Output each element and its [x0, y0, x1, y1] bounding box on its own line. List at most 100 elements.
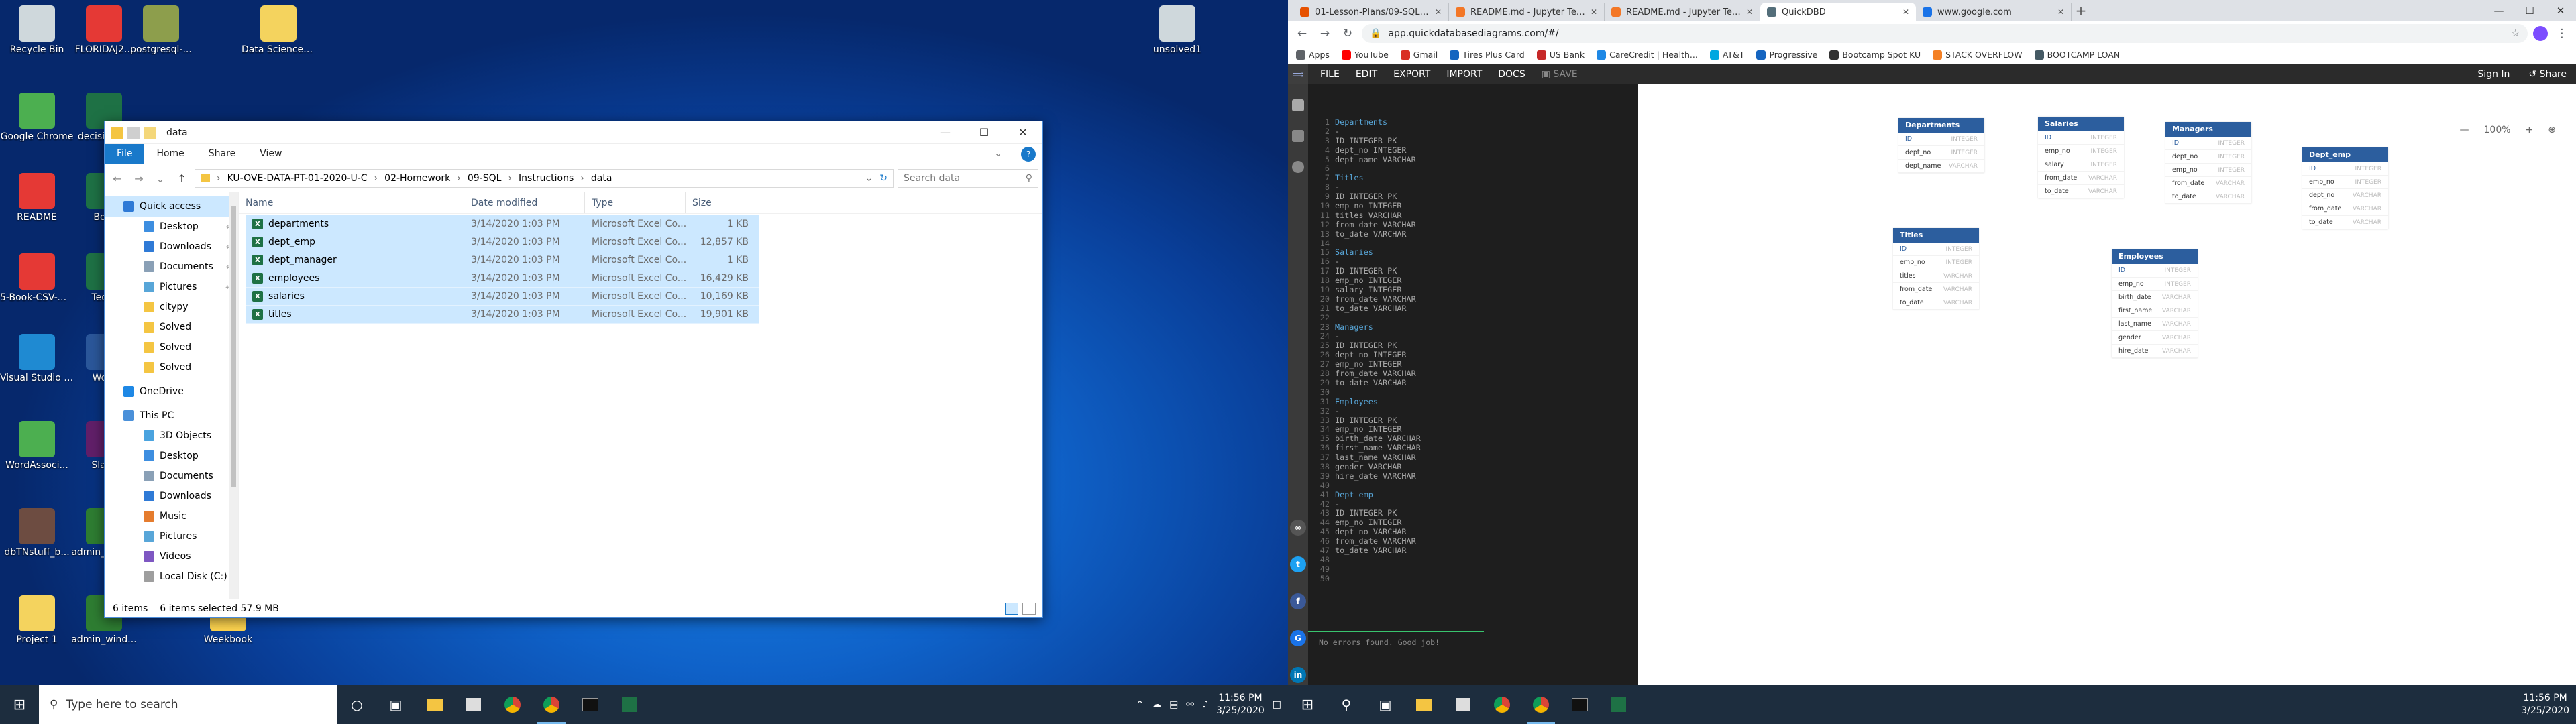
file-explorer-icon[interactable]	[415, 685, 454, 724]
clock[interactable]: 11:56 PM 3/25/2020	[2521, 692, 2569, 717]
menu-import[interactable]: IMPORT	[1446, 69, 1482, 80]
bookmark-item[interactable]: STACK OVERFLOW	[1933, 50, 2023, 60]
diagram-canvas[interactable]: — 100% + ⊕ Departments ID INTEGER dept_no IN…	[1638, 84, 2576, 685]
tab-close-icon[interactable]: ✕	[1435, 7, 1442, 17]
nav-item[interactable]: Downloads ⌖	[105, 237, 238, 257]
bookmark-item[interactable]: Apps	[1296, 50, 1330, 60]
nav-item[interactable]: Videos	[105, 546, 238, 566]
refresh-icon[interactable]: ↻	[879, 173, 888, 184]
forward-arrow-icon[interactable]: →	[1316, 27, 1334, 40]
scrollbar-thumb[interactable]	[231, 206, 236, 487]
diagram-table[interactable]: Departments ID INTEGER dept_no INTEGER dept_n…	[1898, 118, 1984, 173]
chat-icon[interactable]	[1292, 161, 1304, 173]
document-icon[interactable]	[1292, 99, 1304, 111]
column-size[interactable]: Size	[686, 192, 751, 213]
task-view-icon[interactable]: ▣	[376, 685, 415, 724]
nav-item[interactable]: Quick access	[105, 196, 238, 217]
desktop-icon[interactable]: unsolved1	[1140, 5, 1214, 55]
column-type[interactable]: Type	[585, 192, 686, 213]
file-row[interactable]: Xtitles 3/14/2020 1:03 PM Microsoft Excel …	[246, 306, 759, 324]
menu-save[interactable]: ▣ SAVE	[1542, 69, 1578, 80]
chrome-icon[interactable]	[1521, 685, 1560, 724]
address-dropdown-icon[interactable]: ⌄	[865, 173, 873, 184]
file-row[interactable]: Xdept_manager 3/14/2020 1:03 PM Microsoft …	[246, 251, 759, 269]
diagram-table[interactable]: Managers ID INTEGER dept_no INTEGER emp_no INT…	[2165, 122, 2251, 204]
menu-file[interactable]: FILE	[1320, 69, 1340, 80]
properties-icon[interactable]	[127, 126, 140, 139]
file-row[interactable]: Xsalaries 3/14/2020 1:03 PM Microsoft Exce…	[246, 288, 759, 306]
diagram-table[interactable]: Dept_emp ID INTEGER emp_no INTEGER dept_no VAR…	[2302, 147, 2388, 229]
profile-avatar[interactable]	[2533, 26, 2548, 41]
tab-close-icon[interactable]: ✕	[1591, 7, 1597, 17]
folder-icon[interactable]	[1292, 130, 1304, 142]
nav-item[interactable]: Documents	[105, 466, 238, 486]
volume-icon[interactable]: ♪	[1202, 699, 1208, 710]
menu-docs[interactable]: DOCS	[1498, 69, 1525, 80]
menu-kebab-icon[interactable]: ⋮	[2553, 27, 2571, 40]
address-bar[interactable]: › KU-OVE-DATA-PT-01-2020-U-C › 02-Homewo…	[195, 169, 894, 188]
address-bar[interactable]: 🔒 app.quickdatabasediagrams.com/#/ ☆	[1362, 24, 2528, 43]
diagram-table[interactable]: Titles ID INTEGER emp_no INTEGER titles VARCHA…	[1893, 228, 1979, 310]
explorer-titlebar[interactable]: data — ☐ ✕	[105, 121, 1042, 144]
nav-item[interactable]: OneDrive	[105, 381, 238, 402]
recent-locations-icon[interactable]: ⌄	[152, 172, 169, 185]
file-row[interactable]: Xdepartments 3/14/2020 1:03 PM Microsoft E…	[246, 215, 759, 233]
breadcrumb-item[interactable]: 09-SQL	[468, 173, 502, 184]
bookmark-item[interactable]: CareCredit | Health...	[1597, 50, 1698, 60]
diagram-table[interactable]: Salaries ID INTEGER emp_no INTEGER salary INTE…	[2038, 117, 2124, 198]
minimize-button[interactable]: —	[926, 121, 965, 144]
tab-home[interactable]: Home	[144, 144, 196, 164]
nav-item[interactable]: Documents ⌖	[105, 257, 238, 277]
chrome-icon[interactable]	[1483, 685, 1521, 724]
google-icon[interactable]: G	[1288, 628, 1308, 648]
bookmark-item[interactable]: Bootcamp Spot KU	[1829, 50, 1921, 60]
search-box[interactable]: Search data ⚲	[898, 169, 1038, 188]
excel-icon[interactable]	[1599, 685, 1638, 724]
breadcrumb-item[interactable]: KU-OVE-DATA-PT-01-2020-U-C	[227, 173, 368, 184]
nav-item[interactable]: Local Disk (C:)	[105, 566, 238, 587]
desktop-icon[interactable]: WordAssoci...	[0, 421, 74, 471]
desktop-icon[interactable]: README	[0, 173, 74, 223]
facebook-icon[interactable]: f	[1288, 591, 1308, 611]
desktop-icon[interactable]: 5-Book-CSV-Wide	[0, 253, 74, 303]
desktop-icon[interactable]: dbTNstuff_b...	[0, 508, 74, 558]
nav-item[interactable]: Solved	[105, 337, 238, 357]
browser-tab[interactable]: QuickDBD ✕	[1760, 3, 1916, 21]
tab-file[interactable]: File	[105, 144, 145, 164]
menu-export[interactable]: EXPORT	[1393, 69, 1430, 80]
tab-close-icon[interactable]: ✕	[1902, 7, 1909, 17]
cloud-icon[interactable]: ☁	[1152, 699, 1161, 710]
zoom-out-icon[interactable]: —	[2460, 125, 2469, 135]
linkedin-icon[interactable]: in	[1288, 665, 1308, 685]
browser-tab[interactable]: www.google.com ✕	[1916, 3, 2072, 21]
nav-item[interactable]: Desktop	[105, 446, 238, 466]
network-icon[interactable]: ▤	[1169, 699, 1178, 710]
reload-icon[interactable]: ↻	[1339, 27, 1356, 40]
up-arrow-icon[interactable]: ↑	[173, 172, 191, 185]
bookmark-item[interactable]: Gmail	[1400, 50, 1438, 60]
new-folder-icon[interactable]	[144, 126, 156, 139]
cortana-icon[interactable]: ○	[337, 685, 376, 724]
bookmark-item[interactable]: AT&T	[1709, 50, 1744, 60]
close-button[interactable]: ✕	[2545, 0, 2576, 21]
share-button[interactable]: ↺ Share	[2528, 69, 2567, 80]
signin-link[interactable]: Sign In	[2477, 69, 2510, 80]
desktop-icon[interactable]: Visual Studio Code	[0, 334, 74, 383]
browser-tab[interactable]: 01-Lesson-Plans/09-SQL/3/Acti... ✕	[1293, 3, 1449, 21]
terminal-icon[interactable]	[571, 685, 610, 724]
link-icon[interactable]: ∞	[1288, 518, 1308, 538]
windows-start-icon[interactable]: ⊞	[0, 685, 39, 724]
nav-item[interactable]: Music	[105, 506, 238, 526]
taskbar-search[interactable]: ⚲ Type here to search	[39, 685, 337, 724]
bookmark-star-icon[interactable]: ☆	[2511, 28, 2520, 39]
maximize-button[interactable]: ☐	[965, 121, 1004, 144]
column-date-modified[interactable]: Date modified	[464, 192, 585, 213]
twitter-icon[interactable]: t	[1288, 554, 1308, 575]
file-explorer-window[interactable]: data — ☐ ✕ File Home Share View ⌄ ? ← → …	[104, 121, 1043, 618]
breadcrumb-item[interactable]: Instructions	[519, 173, 574, 184]
large-icons-view-icon[interactable]	[1022, 602, 1036, 615]
nav-item[interactable]: citypy	[105, 297, 238, 317]
desktop-icon[interactable]: Project 1	[0, 595, 74, 645]
maximize-button[interactable]: ☐	[2514, 0, 2545, 21]
breadcrumb-item[interactable]: data	[591, 173, 612, 184]
